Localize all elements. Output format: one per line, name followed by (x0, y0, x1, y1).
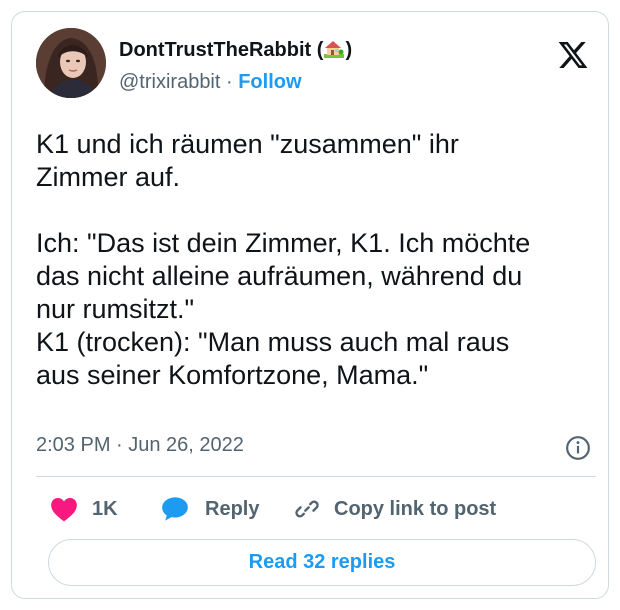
avatar[interactable] (36, 28, 106, 98)
tweet-timestamp[interactable]: 2:03 PM · Jun 26, 2022 (36, 434, 244, 457)
like-button[interactable]: 1K (50, 494, 118, 524)
follow-link[interactable]: Follow (238, 71, 301, 93)
x-logo-icon[interactable] (557, 39, 589, 71)
reply-bubble-icon (162, 497, 188, 521)
author-name[interactable]: DontTrustTheRabbit ( ) (119, 39, 352, 62)
read-replies-label: Read 32 replies (248, 551, 396, 573)
handle-separator: · (220, 71, 239, 93)
author-handle-row: @trixirabbit · Follow (119, 71, 302, 94)
link-icon (295, 500, 319, 518)
like-count: 1K (92, 497, 118, 520)
tweet-card: DontTrustTheRabbit ( ) @trixirabbit · Fo… (11, 11, 609, 599)
info-icon[interactable] (565, 435, 591, 461)
author-name-paren-open: ( (311, 39, 324, 61)
avatar-image (36, 28, 106, 98)
read-replies-button[interactable]: Read 32 replies (48, 539, 596, 586)
copy-link-button[interactable]: Copy link to post (294, 494, 496, 524)
reply-label: Reply (205, 497, 260, 520)
reply-button[interactable]: Reply (161, 494, 259, 524)
author-name-paren-close: ) (345, 39, 353, 61)
tweet-text: K1 und ich räumen "zusammen" ihr Zimmer … (36, 129, 531, 390)
copy-link-label: Copy link to post (334, 497, 497, 520)
divider (36, 476, 596, 477)
heart-icon (51, 498, 77, 522)
house-with-garden-icon (324, 41, 345, 58)
author-name-text: DontTrustTheRabbit (119, 39, 312, 61)
author-handle[interactable]: @trixirabbit (119, 71, 220, 93)
